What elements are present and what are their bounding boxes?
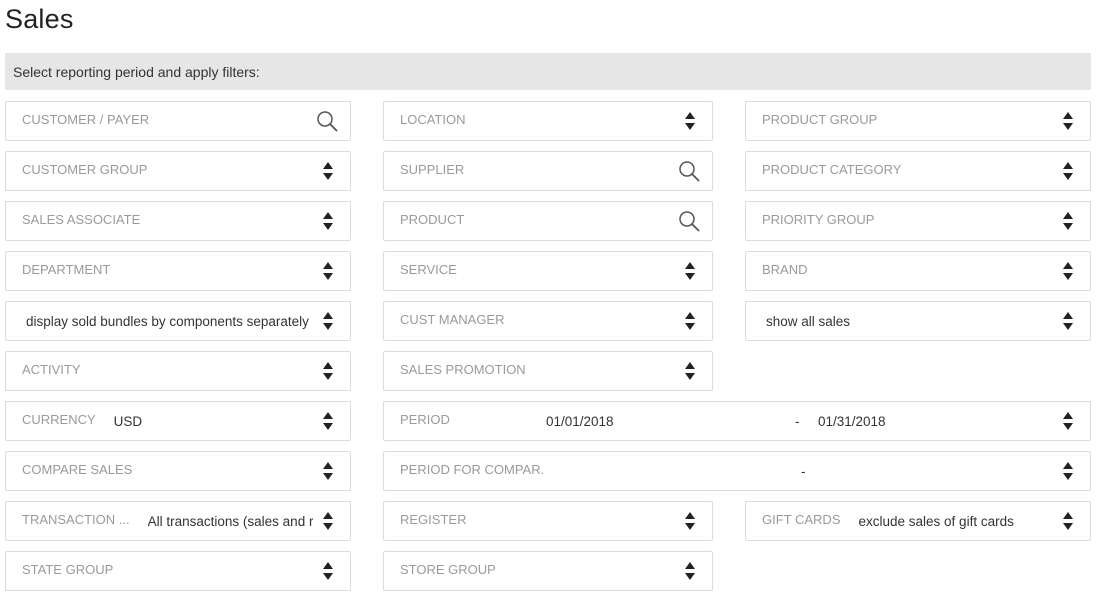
field-label: CUST MANAGER <box>400 312 505 327</box>
field-label: DEPARTMENT <box>22 262 111 277</box>
gift-cards-select[interactable]: GIFT CARDS exclude sales of gift cards <box>745 501 1091 541</box>
field-label: CURRENCY <box>22 412 96 427</box>
field-value: exclude sales of gift cards <box>858 513 1014 529</box>
field-label: COMPARE SALES <box>22 462 133 477</box>
sort-icon <box>1063 262 1073 280</box>
location-select[interactable]: LOCATION <box>383 101 713 141</box>
field-label: LOCATION <box>400 112 466 127</box>
sort-icon <box>323 412 333 430</box>
field-label: SUPPLIER <box>400 162 465 177</box>
search-icon[interactable] <box>316 110 338 132</box>
field-value: All transactions (sales and r <box>147 513 314 529</box>
period-compare-select[interactable]: PERIOD FOR COMPAR. - <box>383 451 1091 491</box>
field-label: CUSTOMER GROUP <box>22 162 148 177</box>
sort-icon <box>1063 512 1073 530</box>
sales-scope-select[interactable]: show all sales <box>745 301 1091 341</box>
filter-banner: Select reporting period and apply filter… <box>5 53 1091 90</box>
period-select[interactable]: PERIOD 01/01/2018 - 01/31/2018 <box>383 401 1091 441</box>
field-label: CUSTOMER / PAYER <box>22 112 150 127</box>
field-label: PRIORITY GROUP <box>762 212 875 227</box>
field-label: STATE GROUP <box>22 562 114 577</box>
sort-icon <box>685 312 695 330</box>
period-from: 01/01/2018 <box>546 413 614 429</box>
sort-icon <box>1063 212 1073 230</box>
product-group-select[interactable]: PRODUCT GROUP <box>745 101 1091 141</box>
filter-banner-text: Select reporting period and apply filter… <box>13 63 260 80</box>
currency-select[interactable]: CURRENCY USD <box>5 401 351 441</box>
brand-select[interactable]: BRAND <box>745 251 1091 291</box>
search-icon[interactable] <box>678 210 700 232</box>
sort-icon <box>685 262 695 280</box>
field-label: PRODUCT <box>400 212 465 227</box>
customer-group-select[interactable]: CUSTOMER GROUP <box>5 151 351 191</box>
cust-manager-select[interactable]: CUST MANAGER <box>383 301 713 341</box>
sales-promotion-select[interactable]: SALES PROMOTION <box>383 351 713 391</box>
field-label: PERIOD FOR COMPAR. <box>400 462 545 477</box>
transaction-type-select[interactable]: TRANSACTION ... All transactions (sales … <box>5 501 351 541</box>
sort-icon <box>323 462 333 480</box>
sort-icon <box>685 562 695 580</box>
period-separator: - <box>795 413 800 429</box>
sort-icon <box>685 512 695 530</box>
field-label: GIFT CARDS <box>762 512 841 527</box>
priority-group-select[interactable]: PRIORITY GROUP <box>745 201 1091 241</box>
sort-icon <box>1063 312 1073 330</box>
field-label: TRANSACTION ... <box>22 512 130 527</box>
store-group-select[interactable]: STORE GROUP <box>383 551 713 591</box>
field-label: PRODUCT GROUP <box>762 112 878 127</box>
sort-icon <box>323 212 333 230</box>
register-select[interactable]: REGISTER <box>383 501 713 541</box>
department-select[interactable]: DEPARTMENT <box>5 251 351 291</box>
customer-payer-field[interactable]: CUSTOMER / PAYER <box>5 101 351 141</box>
period-to: 01/31/2018 <box>818 413 886 429</box>
sort-icon <box>685 362 695 380</box>
field-label: SERVICE <box>400 262 457 277</box>
sort-icon <box>1063 412 1073 430</box>
period-compare-separator: - <box>801 463 806 479</box>
sort-icon <box>1063 112 1073 130</box>
state-group-select[interactable]: STATE GROUP <box>5 551 351 591</box>
sort-icon <box>323 262 333 280</box>
field-label: STORE GROUP <box>400 562 496 577</box>
search-icon[interactable] <box>678 160 700 182</box>
sort-icon <box>323 162 333 180</box>
product-category-select[interactable]: PRODUCT CATEGORY <box>745 151 1091 191</box>
field-value: display sold bundles by components separ… <box>26 313 309 329</box>
sort-icon <box>323 512 333 530</box>
sort-icon <box>323 362 333 380</box>
field-value: USD <box>113 413 143 429</box>
field-label: SALES ASSOCIATE <box>22 212 141 227</box>
field-label: PERIOD <box>400 412 450 427</box>
supplier-field[interactable]: SUPPLIER <box>383 151 713 191</box>
field-label: SALES PROMOTION <box>400 362 526 377</box>
sort-icon <box>323 562 333 580</box>
activity-select[interactable]: ACTIVITY <box>5 351 351 391</box>
sales-associate-select[interactable]: SALES ASSOCIATE <box>5 201 351 241</box>
sort-icon <box>323 312 333 330</box>
field-label: ACTIVITY <box>22 362 81 377</box>
sort-icon <box>685 112 695 130</box>
field-label: REGISTER <box>400 512 467 527</box>
page-title: Sales <box>5 4 74 34</box>
service-select[interactable]: SERVICE <box>383 251 713 291</box>
field-value: show all sales <box>766 313 851 329</box>
field-label: BRAND <box>762 262 808 277</box>
product-field[interactable]: PRODUCT <box>383 201 713 241</box>
sort-icon <box>1063 462 1073 480</box>
compare-sales-select[interactable]: COMPARE SALES <box>5 451 351 491</box>
sort-icon <box>1063 162 1073 180</box>
field-label: PRODUCT CATEGORY <box>762 162 902 177</box>
bundles-display-select[interactable]: display sold bundles by components separ… <box>5 301 351 341</box>
